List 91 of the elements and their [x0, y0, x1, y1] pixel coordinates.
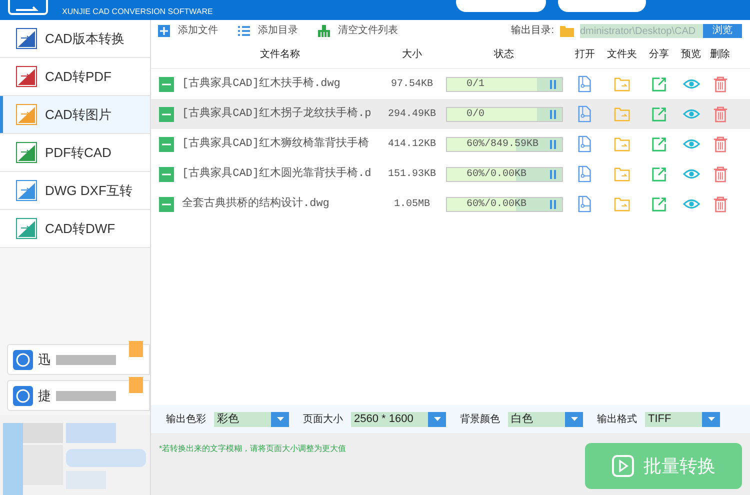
- caret-icon: [434, 417, 440, 421]
- hint-text: *若转换出来的文字模糊，请将页面大小调整为更大值: [159, 443, 346, 455]
- app-icon: [13, 386, 33, 406]
- folder-arrow-icon[interactable]: [614, 195, 630, 213]
- trash-icon[interactable]: [712, 105, 728, 123]
- caret-icon: [276, 417, 284, 421]
- share-icon[interactable]: [650, 75, 668, 93]
- pause-icon[interactable]: [550, 170, 556, 178]
- status-text: 60%/849.59KB: [466, 138, 539, 150]
- option-label: 页面大小: [303, 412, 343, 426]
- browse-button[interactable]: 浏览: [703, 24, 742, 38]
- share-icon[interactable]: [650, 165, 668, 183]
- dropdown[interactable]: 2560 * 1600: [351, 412, 446, 426]
- broom-icon: [318, 24, 330, 36]
- play-icon: [612, 455, 634, 477]
- table-row[interactable]: [古典家具CAD]红木拐子龙纹扶手椅.p 294.49KB 0/0: [151, 99, 750, 129]
- column-header: 大小: [401, 48, 423, 62]
- trash-icon[interactable]: [712, 165, 728, 183]
- dropdown[interactable]: 彩色: [214, 412, 289, 426]
- file-icon[interactable]: [576, 75, 594, 93]
- folder-arrow-icon[interactable]: [614, 75, 630, 93]
- column-header: 文件名称: [259, 48, 301, 62]
- pause-icon[interactable]: [550, 80, 556, 88]
- promo-text: 捷: [38, 386, 51, 405]
- list-icon: [238, 24, 250, 36]
- option-label: 背景颜色: [460, 412, 500, 426]
- column-header: 文件夹: [606, 48, 638, 62]
- column-header: 预览: [680, 48, 702, 62]
- file-name: 全套古典拱桥的结构设计.dwg: [182, 196, 330, 212]
- file-name: [古典家具CAD]红木圆光靠背扶手椅.d: [182, 166, 372, 182]
- option-label: 输出色彩: [166, 412, 206, 426]
- file-size: 414.12KB: [386, 138, 437, 152]
- plus-icon: [158, 24, 170, 36]
- caret-icon: [570, 417, 578, 421]
- column-header: 分享: [648, 48, 670, 62]
- sidebar-item[interactable]: CAD转图片: [0, 96, 150, 134]
- blurred-text: [56, 390, 116, 400]
- output-label: 输出目录:: [511, 24, 554, 38]
- logo-icon: [8, 0, 48, 16]
- folder-arrow-icon[interactable]: [614, 135, 630, 153]
- toolbar-button[interactable]: 添加文件: [158, 23, 218, 38]
- trash-icon[interactable]: [712, 75, 728, 93]
- folder-arrow-icon[interactable]: [614, 105, 630, 123]
- document-arrow-icon: [16, 180, 37, 201]
- status-text: 0/0: [466, 108, 485, 120]
- column-header: 删除: [709, 48, 731, 62]
- file-name: [古典家具CAD]红木拐子龙纹扶手椅.p: [182, 106, 372, 122]
- caret-icon: [708, 417, 714, 421]
- file-icon[interactable]: [576, 135, 594, 153]
- file-size: 97.54KB: [390, 78, 434, 92]
- document-arrow-icon: [16, 66, 37, 87]
- file-icon[interactable]: [576, 165, 594, 183]
- column-header: 打开: [574, 48, 596, 62]
- status-text: 0/1: [466, 78, 485, 90]
- file-size: 294.49KB: [386, 108, 437, 122]
- document-arrow-icon: [16, 28, 37, 49]
- folder-arrow-icon[interactable]: [614, 165, 630, 183]
- status-text: 60%/0.00KB: [466, 168, 527, 180]
- folder-icon[interactable]: [560, 24, 574, 36]
- share-icon[interactable]: [650, 105, 668, 123]
- promo-card[interactable]: 迅: [7, 344, 150, 375]
- corner-ribbon: [129, 341, 143, 357]
- promo-card[interactable]: 捷: [7, 380, 150, 411]
- app-subtitle: XUNJIE CAD CONVERSION SOFTWARE: [62, 6, 213, 18]
- pause-icon[interactable]: [550, 140, 556, 148]
- document-arrow-icon: [16, 142, 37, 163]
- file-icon[interactable]: [576, 105, 594, 123]
- share-icon[interactable]: [650, 135, 668, 153]
- blurred-text: [56, 354, 116, 364]
- trash-icon[interactable]: [712, 135, 728, 153]
- trash-icon[interactable]: [712, 195, 728, 213]
- file-name: [古典家具CAD]红木狮纹椅靠背扶手椅: [182, 136, 370, 152]
- column-header: 状态: [493, 48, 515, 62]
- dropdown[interactable]: 白色: [508, 412, 583, 426]
- toolbar-button[interactable]: 清空文件列表: [318, 23, 398, 38]
- status-text: 60%/0.00KB: [466, 198, 527, 210]
- toolbar-button[interactable]: 添加目录: [238, 23, 298, 38]
- file-name: [古典家具CAD]红木扶手椅.dwg: [182, 76, 340, 92]
- dropdown[interactable]: TIFF: [645, 412, 720, 426]
- promo-text: 迅: [38, 350, 51, 369]
- document-arrow-icon: [16, 104, 37, 125]
- share-icon[interactable]: [650, 195, 668, 213]
- pause-icon[interactable]: [550, 200, 556, 208]
- pause-icon[interactable]: [550, 110, 556, 118]
- file-icon[interactable]: [576, 195, 594, 213]
- option-label: 输出格式: [597, 412, 637, 426]
- file-size: 1.05MB: [392, 198, 431, 212]
- document-arrow-icon: [16, 218, 37, 239]
- file-size: 151.93KB: [386, 168, 437, 182]
- corner-ribbon: [129, 377, 143, 393]
- app-icon: [13, 350, 33, 370]
